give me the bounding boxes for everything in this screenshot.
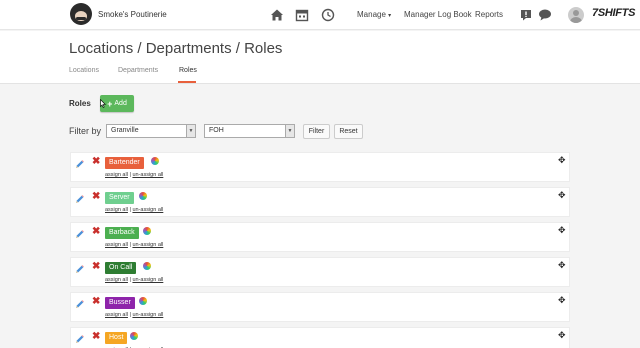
tab-locations[interactable]: Locations: [69, 67, 99, 74]
manage-menu[interactable]: Manage ▾: [357, 10, 391, 19]
chat-icon[interactable]: [538, 8, 552, 22]
color-wheel-icon[interactable]: [130, 332, 139, 340]
color-wheel-icon[interactable]: [150, 157, 159, 165]
user-avatar[interactable]: [568, 7, 584, 23]
brand-logo: [70, 3, 92, 25]
delete-x-icon[interactable]: ✖: [92, 331, 100, 343]
edit-pencil-icon[interactable]: [75, 334, 85, 344]
tab-departments[interactable]: Departments: [118, 67, 158, 74]
brand[interactable]: Smoke's Poutinerie: [70, 3, 167, 25]
roles-heading: Roles: [69, 99, 91, 108]
role-row: ✖ Busser assign all | un-assign all ✥: [70, 292, 570, 322]
manager-log-book-link[interactable]: Manager Log Book: [404, 10, 472, 19]
7shifts-logo: 7SHIFTS: [592, 7, 636, 19]
home-icon[interactable]: [270, 8, 284, 22]
mouse-cursor-icon: [100, 99, 106, 108]
calendar-icon[interactable]: [295, 8, 309, 22]
tab-roles[interactable]: Roles: [179, 67, 197, 74]
move-drag-icon[interactable]: ✥: [558, 191, 566, 200]
delete-x-icon[interactable]: ✖: [92, 261, 100, 273]
move-drag-icon[interactable]: ✥: [558, 156, 566, 165]
unassign-all-link[interactable]: un-assign all: [132, 277, 163, 283]
delete-x-icon[interactable]: ✖: [92, 156, 100, 168]
color-wheel-icon[interactable]: [142, 262, 151, 270]
move-drag-icon[interactable]: ✥: [558, 296, 566, 305]
edit-pencil-icon[interactable]: [75, 159, 85, 169]
edit-pencil-icon[interactable]: [75, 229, 85, 239]
clock-icon[interactable]: [321, 8, 335, 22]
role-badge[interactable]: On Call: [105, 262, 137, 274]
reports-link[interactable]: Reports: [475, 10, 503, 19]
brand-name: Smoke's Poutinerie: [98, 9, 167, 19]
unassign-all-link[interactable]: un-assign all: [132, 312, 163, 318]
separator: |: [129, 207, 131, 213]
edit-pencil-icon[interactable]: [75, 264, 85, 274]
add-label: Add: [114, 100, 127, 107]
assign-all-link[interactable]: assign all: [105, 242, 128, 248]
assign-links: assign all | un-assign all: [105, 207, 163, 213]
delete-x-icon[interactable]: ✖: [92, 226, 100, 238]
role-badge[interactable]: Server: [105, 192, 134, 204]
role-row: ✖ Server assign all | un-assign all ✥: [70, 187, 570, 217]
color-wheel-icon[interactable]: [138, 192, 147, 200]
edit-pencil-icon[interactable]: [75, 194, 85, 204]
assign-all-link[interactable]: assign all: [105, 277, 128, 283]
edit-pencil-icon[interactable]: [75, 299, 85, 309]
separator: |: [129, 277, 131, 283]
department-select[interactable]: FOH ▼: [204, 124, 295, 138]
color-wheel-icon[interactable]: [138, 297, 147, 305]
color-wheel-icon[interactable]: [142, 227, 151, 235]
role-row: ✖ Host assign all | un-assign all ✥: [70, 327, 570, 348]
role-row: ✖ Bartender assign all | un-assign all ✥: [70, 152, 570, 182]
assign-links: assign all | un-assign all: [105, 172, 163, 178]
delete-x-icon[interactable]: ✖: [92, 191, 100, 203]
separator: |: [129, 242, 131, 248]
filter-button[interactable]: Filter: [303, 124, 330, 139]
role-row: ✖ On Call assign all | un-assign all ✥: [70, 257, 570, 287]
unassign-all-link[interactable]: un-assign all: [132, 242, 163, 248]
alert-icon[interactable]: [519, 8, 533, 22]
filter-label: Filter by: [69, 126, 102, 136]
chevron-down-icon: ▼: [285, 125, 294, 137]
top-navbar: Smoke's Poutinerie Manage ▾ Manager Log …: [0, 0, 640, 30]
page-title: Locations / Departments / Roles: [69, 40, 283, 57]
assign-all-link[interactable]: assign all: [105, 172, 128, 178]
separator: |: [129, 172, 131, 178]
role-row: ✖ Barback assign all | un-assign all ✥: [70, 222, 570, 252]
unassign-all-link[interactable]: un-assign all: [132, 207, 163, 213]
delete-x-icon[interactable]: ✖: [92, 296, 100, 308]
assign-all-link[interactable]: assign all: [105, 207, 128, 213]
role-badge[interactable]: Host: [105, 332, 128, 344]
assign-links: assign all | un-assign all: [105, 312, 163, 318]
role-badge[interactable]: Busser: [105, 297, 135, 309]
move-drag-icon[interactable]: ✥: [558, 226, 566, 235]
role-badge[interactable]: Barback: [105, 227, 139, 239]
assign-links: assign all | un-assign all: [105, 242, 163, 248]
location-select[interactable]: Granville ▼: [106, 124, 196, 138]
assign-links: assign all | un-assign all: [105, 277, 163, 283]
unassign-all-link[interactable]: un-assign all: [132, 172, 163, 178]
move-drag-icon[interactable]: ✥: [558, 261, 566, 270]
reset-button[interactable]: Reset: [334, 124, 363, 139]
plus-icon: +: [107, 98, 113, 109]
page-header: Locations / Departments / Roles Location…: [0, 31, 640, 84]
active-tab-indicator: [178, 81, 196, 83]
separator: |: [129, 312, 131, 318]
assign-all-link[interactable]: assign all: [105, 312, 128, 318]
chevron-down-icon: ▼: [186, 125, 195, 137]
move-drag-icon[interactable]: ✥: [558, 331, 566, 340]
role-badge[interactable]: Bartender: [105, 157, 144, 169]
